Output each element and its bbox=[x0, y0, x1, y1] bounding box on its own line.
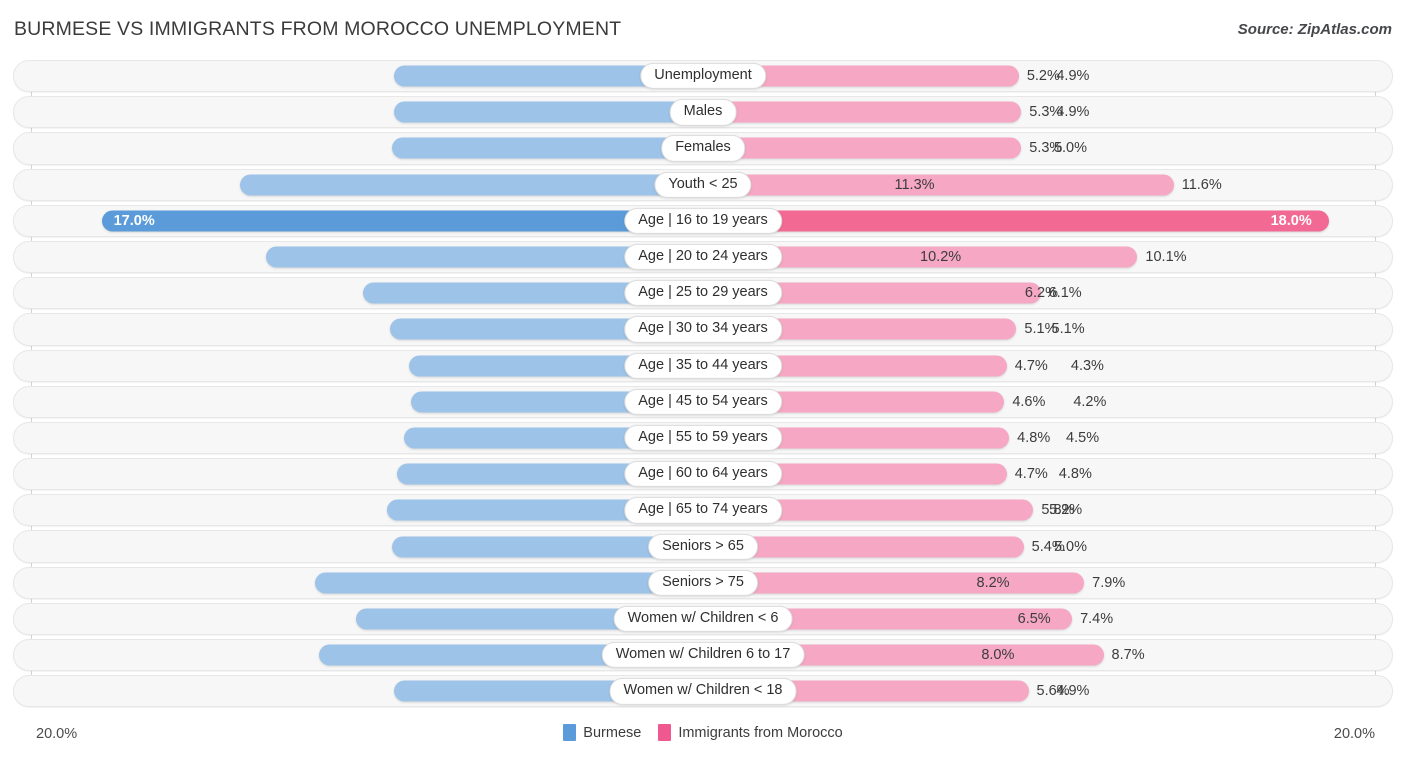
row-category-label: Age | 65 to 74 years bbox=[624, 497, 782, 524]
row-category-label: Age | 35 to 44 years bbox=[624, 352, 782, 379]
source-attribution: Source: ZipAtlas.com bbox=[1237, 21, 1392, 38]
bar-burmese bbox=[394, 101, 703, 123]
value-label-immigrants-from-morocco: 5.3% bbox=[1029, 104, 1063, 121]
legend-swatch-icon bbox=[563, 724, 577, 741]
value-label-immigrants-from-morocco: 6.1% bbox=[1048, 284, 1082, 301]
legend-item[interactable]: Burmese bbox=[563, 724, 641, 741]
table-row: 5.2% 5.8% Age | 65 to 74 years bbox=[0, 492, 1406, 528]
row-category-label: Age | 30 to 34 years bbox=[624, 316, 782, 343]
value-label-burmese: 4.8% bbox=[1058, 465, 1092, 482]
table-row: 6.2% 6.1% Age | 25 to 29 years bbox=[0, 275, 1406, 311]
value-label-burmese: 4.5% bbox=[1066, 429, 1100, 446]
value-label-immigrants-from-morocco: 10.1% bbox=[1145, 248, 1187, 265]
row-category-label: Age | 60 to 64 years bbox=[624, 461, 782, 488]
value-label-immigrants-from-morocco: 5.3% bbox=[1029, 140, 1063, 157]
value-label-immigrants-from-morocco: 18.0% bbox=[1270, 212, 1312, 229]
value-label-burmese: 8.2% bbox=[976, 574, 1010, 591]
row-category-label: Seniors > 65 bbox=[648, 533, 758, 560]
row-category-label: Males bbox=[669, 99, 737, 126]
table-row: 5.0% 5.3% Females bbox=[0, 130, 1406, 166]
table-row: 8.2% 7.9% Seniors > 75 bbox=[0, 565, 1406, 601]
table-row: 4.8% 4.7% Age | 60 to 64 years bbox=[0, 456, 1406, 492]
chart-plot-area: 4.9% 5.2% Unemployment 4.9% 5.3% Males 5.0% 5.3… bbox=[0, 58, 1406, 718]
value-label-burmese: 17.0% bbox=[113, 212, 155, 229]
bar-burmese bbox=[392, 137, 703, 159]
bar-burmese bbox=[314, 572, 703, 594]
value-label-immigrants-from-morocco: 5.1% bbox=[1024, 321, 1058, 338]
legend-swatch-icon bbox=[658, 724, 672, 741]
table-row: 4.9% 5.3% Males bbox=[0, 94, 1406, 130]
table-row: 5.1% 5.1% Age | 30 to 34 years bbox=[0, 311, 1406, 347]
row-category-label: Age | 16 to 19 years bbox=[624, 207, 782, 234]
legend-label: Immigrants from Morocco bbox=[678, 724, 843, 741]
page-title: BURMESE VS IMMIGRANTS FROM MOROCCO UNEMP… bbox=[14, 18, 622, 40]
value-label-immigrants-from-morocco: 7.9% bbox=[1092, 574, 1126, 591]
value-label-immigrants-from-morocco: 8.7% bbox=[1111, 646, 1145, 663]
table-row: 6.5% 7.4% Women w/ Children < 6 bbox=[0, 601, 1406, 637]
row-category-label: Women w/ Children < 6 bbox=[613, 605, 793, 633]
row-category-label: Women w/ Children < 18 bbox=[609, 678, 797, 705]
row-category-label: Age | 55 to 59 years bbox=[624, 424, 782, 452]
value-label-immigrants-from-morocco: 4.7% bbox=[1014, 357, 1048, 374]
table-row: 4.3% 4.7% Age | 35 to 44 years bbox=[0, 348, 1406, 384]
value-label-immigrants-from-morocco: 7.4% bbox=[1080, 610, 1114, 627]
table-row: 5.0% 5.4% Seniors > 65 bbox=[0, 528, 1406, 564]
row-category-label: Seniors > 75 bbox=[648, 569, 758, 596]
value-label-immigrants-from-morocco: 5.2% bbox=[1026, 67, 1060, 84]
bar-immigrants-from-morocco bbox=[703, 572, 1085, 594]
value-label-burmese: 11.3% bbox=[894, 176, 935, 193]
legend-label: Burmese bbox=[583, 724, 642, 741]
value-label-immigrants-from-morocco: 5.8% bbox=[1041, 502, 1075, 519]
row-category-label: Age | 45 to 54 years bbox=[624, 388, 782, 415]
value-label-burmese: 8.0% bbox=[981, 646, 1015, 663]
table-row: 11.3% 11.6% Youth < 25 bbox=[0, 167, 1406, 203]
chart-footer: 20.0% 20.0% Burmese Immigrants from Moroc… bbox=[0, 718, 1406, 757]
row-category-label: Youth < 25 bbox=[654, 171, 752, 198]
value-label-immigrants-from-morocco: 11.6% bbox=[1181, 176, 1222, 193]
bar-immigrants-from-morocco bbox=[703, 210, 1329, 232]
bar-immigrants-from-morocco bbox=[703, 137, 1022, 159]
table-row: 4.9% 5.2% Unemployment bbox=[0, 58, 1406, 94]
value-label-burmese: 10.2% bbox=[920, 248, 962, 265]
value-label-immigrants-from-morocco: 5.6% bbox=[1036, 683, 1070, 700]
row-category-label: Age | 20 to 24 years bbox=[624, 243, 782, 271]
bar-immigrants-from-morocco bbox=[703, 174, 1174, 196]
row-category-label: Women w/ Children 6 to 17 bbox=[601, 641, 805, 669]
row-category-label: Females bbox=[661, 135, 745, 162]
table-row: 4.2% 4.6% Age | 45 to 54 years bbox=[0, 384, 1406, 420]
row-category-label: Unemployment bbox=[640, 62, 766, 90]
bar-burmese bbox=[101, 210, 703, 232]
value-label-burmese: 4.3% bbox=[1070, 357, 1104, 374]
table-row: 4.9% 5.6% Women w/ Children < 18 bbox=[0, 673, 1406, 709]
value-label-burmese: 4.9% bbox=[1056, 67, 1090, 84]
value-label-burmese: 4.2% bbox=[1073, 393, 1107, 410]
bar-burmese bbox=[239, 174, 703, 196]
legend-item[interactable]: Immigrants from Morocco bbox=[658, 724, 843, 741]
table-row: 17.0% 18.0% Age | 16 to 19 years bbox=[0, 203, 1406, 239]
bar-immigrants-from-morocco bbox=[703, 101, 1022, 123]
value-label-immigrants-from-morocco: 4.7% bbox=[1014, 465, 1048, 482]
chart-header: BURMESE VS IMMIGRANTS FROM MOROCCO UNEMP… bbox=[0, 0, 1406, 58]
table-row: 4.5% 4.8% Age | 55 to 59 years bbox=[0, 420, 1406, 456]
row-category-label: Age | 25 to 29 years bbox=[624, 280, 782, 307]
value-label-immigrants-from-morocco: 5.4% bbox=[1031, 538, 1065, 555]
value-label-immigrants-from-morocco: 4.6% bbox=[1012, 393, 1046, 410]
value-label-immigrants-from-morocco: 4.8% bbox=[1017, 429, 1051, 446]
table-row: 8.0% 8.7% Women w/ Children 6 to 17 bbox=[0, 637, 1406, 673]
chart-rows: 4.9% 5.2% Unemployment 4.9% 5.3% Males 5.0% 5.3… bbox=[0, 58, 1406, 709]
chart-legend: Burmese Immigrants from Morocco bbox=[0, 724, 1406, 741]
table-row: 10.2% 10.1% Age | 20 to 24 years bbox=[0, 239, 1406, 275]
value-label-burmese: 6.5% bbox=[1017, 610, 1051, 627]
